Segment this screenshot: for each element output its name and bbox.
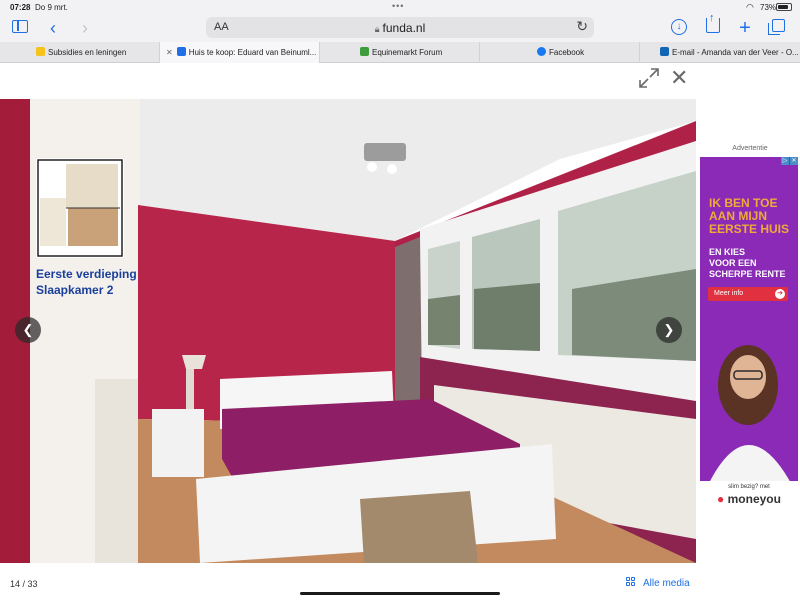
media-viewer-page: ✕ Eerste verdieping Slaapkamer 2 ❮ ❯ 14 … — [0, 63, 800, 600]
tab-favicon — [176, 47, 186, 56]
reload-icon[interactable]: ↻ — [576, 18, 588, 35]
browser-toolbar: ‹ › AA 🔒︎funda.nl ↻ ↓ + — [0, 12, 800, 42]
ad-subline: EN KIES VOOR EEN SCHERPE RENTE — [709, 247, 786, 279]
room-label: Slaapkamer 2 — [36, 283, 114, 297]
tab-strip: Subsidies en leningen ✕ Huis te koop: Edu… — [0, 42, 800, 63]
chevron-left-icon: ❮ — [22, 322, 34, 337]
url-text: funda.nl — [382, 21, 426, 35]
arrow-right-icon: ➔ — [775, 289, 785, 299]
next-photo-button[interactable]: ❯ — [656, 317, 682, 343]
wifi-icon: ◠ — [746, 2, 754, 12]
ad-more-info-button[interactable]: Meer info ➔ — [708, 287, 788, 301]
ad-label: Advertentie — [732, 145, 768, 152]
expand-icon[interactable] — [638, 67, 660, 89]
ad-brand-tagline: slim bezig? met — [728, 484, 770, 490]
floorplan-thumbnail[interactable] — [36, 158, 124, 258]
status-bar: 07:28 Do 9 mrt. ••• ◠ 73% — [0, 0, 800, 14]
plus-icon[interactable]: + — [734, 17, 756, 39]
ad-person-photo — [700, 315, 798, 485]
floor-label: Eerste verdieping — [36, 267, 137, 281]
all-media-label: Alle media — [643, 578, 690, 589]
sidebar-icon[interactable] — [12, 20, 28, 33]
grid-icon — [626, 577, 637, 588]
url-display[interactable]: 🔒︎ funda.nl — [206, 21, 594, 35]
battery-percentage: 73% — [760, 3, 777, 12]
status-date: Do 9 mrt. — [35, 3, 68, 12]
ad-headline: IK BEN TOE AAN MIJN EERSTE HUIS — [709, 196, 790, 236]
tab-facebook[interactable]: Facebook — [480, 42, 640, 63]
photo-counter: 14 / 33 — [10, 579, 38, 589]
ad-button-label: Meer info — [714, 290, 744, 297]
tab-favicon — [660, 47, 669, 56]
address-bar[interactable]: AA 🔒︎ funda.nl ↻ — [206, 17, 594, 38]
battery-icon — [776, 3, 792, 11]
download-icon[interactable]: ↓ — [671, 19, 687, 35]
close-icon[interactable]: ✕ — [670, 65, 688, 91]
tab-equinemarkt[interactable]: Equinemarkt Forum — [320, 42, 480, 63]
multitasking-dots-icon[interactable]: ••• — [392, 1, 404, 11]
advertisement-banner[interactable]: ▷ ✕ IK BEN TOE AAN MIJN EERSTE HUIS EN K… — [700, 157, 798, 507]
close-tab-icon[interactable]: ✕ — [166, 42, 173, 63]
ad-brand-logo: ● moneyou — [700, 492, 798, 506]
share-icon[interactable] — [706, 12, 720, 33]
ad-brand-bar: slim bezig? met ● moneyou — [700, 481, 798, 507]
tab-label: E-mail - Amanda van der Veer - O... — [672, 48, 799, 57]
status-time: 07:28 — [10, 3, 31, 12]
chevron-right-icon[interactable]: › — [74, 17, 96, 39]
tab-label: Subsidies en leningen — [48, 48, 127, 57]
home-indicator — [300, 592, 500, 595]
ad-info-icon[interactable]: ▷ — [781, 157, 789, 165]
chevron-right-icon: ❯ — [663, 322, 675, 337]
ad-close-icon[interactable]: ✕ — [790, 157, 798, 165]
tab-label: Facebook — [549, 48, 585, 57]
chevron-left-icon[interactable]: ‹ — [42, 17, 64, 39]
tab-favicon — [537, 47, 546, 56]
tabs-overview-icon[interactable] — [768, 19, 785, 35]
tab-label: Huis te koop: Eduard van Beinuml... — [188, 48, 317, 57]
ad-brand-name: moneyou — [727, 492, 781, 506]
all-media-button[interactable]: Alle media — [626, 577, 690, 589]
lock-icon: 🔒︎ — [374, 24, 380, 34]
tab-email[interactable]: E-mail - Amanda van der Veer - O... — [640, 42, 800, 63]
previous-photo-button[interactable]: ❮ — [15, 317, 41, 343]
tab-subsidies[interactable]: Subsidies en leningen — [0, 42, 160, 63]
tab-label: Equinemarkt Forum — [372, 48, 443, 57]
tab-favicon — [36, 47, 45, 56]
tab-favicon — [360, 47, 369, 56]
brand-dot-icon: ● — [717, 492, 728, 506]
tab-funda[interactable]: ✕ Huis te koop: Eduard van Beinuml... — [160, 42, 320, 63]
